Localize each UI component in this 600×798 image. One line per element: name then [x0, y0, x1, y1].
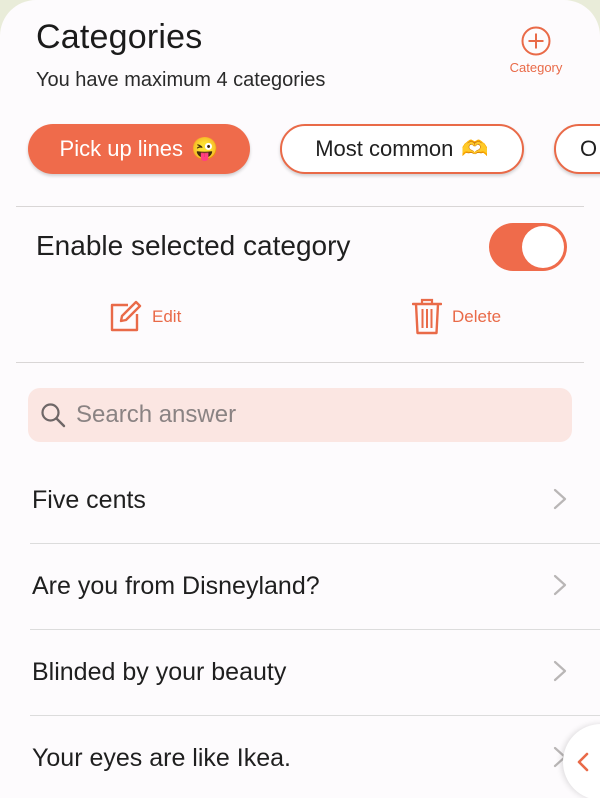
add-category-label: Category [509, 60, 563, 75]
heart-hands-emoji-icon: 🫶 [461, 136, 489, 161]
search-bar [28, 388, 572, 442]
category-chip-most-common[interactable]: Most common 🫶 [280, 124, 524, 174]
edit-label: Edit [152, 307, 182, 326]
chevron-right-icon [553, 660, 567, 682]
plus-circle-icon [521, 26, 551, 56]
page-title: Categories [36, 18, 203, 56]
categories-sheet: Categories You have maximum 4 categories… [0, 0, 600, 798]
answer-text: Are you from Disneyland? [32, 572, 320, 600]
chip-label: O [580, 136, 598, 161]
answer-text: Five cents [32, 486, 146, 514]
divider [16, 362, 584, 363]
search-icon [41, 403, 66, 428]
category-chip-pick-up-lines[interactable]: Pick up lines 😜 [28, 124, 250, 174]
divider [16, 206, 584, 207]
list-item[interactable]: Five cents [0, 458, 600, 544]
edit-icon [110, 300, 142, 332]
list-item[interactable]: Blinded by your beauty [0, 630, 600, 716]
edit-button[interactable]: Edit [108, 298, 181, 336]
answer-text: Blinded by your beauty [32, 658, 287, 686]
answer-list: Five cents Are you from Disneyland? Blin… [0, 458, 600, 798]
delete-button[interactable]: Delete [412, 298, 501, 336]
enable-category-toggle[interactable] [489, 223, 567, 271]
wink-tongue-emoji-icon: 😜 [191, 136, 219, 161]
list-item[interactable]: Your eyes are like Ikea. [0, 716, 600, 798]
toggle-knob [522, 226, 564, 268]
chevron-right-icon [553, 574, 567, 596]
page-subtitle: You have maximum 4 categories [36, 69, 326, 91]
list-item[interactable]: Are you from Disneyland? [0, 544, 600, 630]
delete-label: Delete [452, 307, 502, 326]
search-input[interactable] [74, 400, 558, 430]
chevron-left-icon [577, 752, 589, 772]
add-category-button[interactable]: Category [500, 26, 572, 75]
chip-label: Most common [315, 136, 454, 161]
category-chip-partial[interactable]: O [554, 124, 600, 174]
enable-category-label: Enable selected category [36, 230, 351, 261]
chip-label: Pick up lines [59, 136, 184, 161]
answer-text: Your eyes are like Ikea. [32, 744, 291, 772]
trash-icon [412, 298, 442, 335]
chevron-right-icon [553, 488, 567, 510]
category-chips: Pick up lines 😜 Most common 🫶 O [0, 124, 600, 176]
